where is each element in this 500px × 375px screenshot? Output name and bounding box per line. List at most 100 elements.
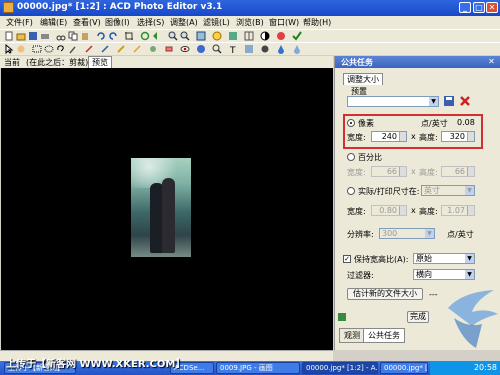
width-pct-input[interactable]: 66	[371, 166, 407, 177]
toolbar-main	[0, 29, 500, 42]
resolution-select[interactable]: 300 ▼	[379, 228, 435, 239]
photo-image[interactable]	[131, 158, 191, 257]
save-preset-icon[interactable]	[443, 95, 455, 107]
taskbar-item-paint[interactable]: 0009.JPG - 画图	[216, 362, 300, 374]
menu-browse[interactable]: 浏览(B)	[236, 17, 264, 28]
adjust-icon[interactable]	[212, 31, 222, 41]
print-unit-select[interactable]: 英寸 ▼	[421, 185, 475, 196]
close-button[interactable]: ✕	[486, 2, 498, 13]
flip-icon[interactable]	[152, 31, 162, 41]
menu-view[interactable]: 查看(V)	[73, 17, 101, 28]
contrast-icon[interactable]	[260, 31, 270, 41]
clone-icon[interactable]	[148, 44, 158, 54]
color-icon[interactable]	[276, 31, 286, 41]
clock[interactable]: 20:58	[474, 363, 497, 372]
paste-icon[interactable]	[80, 31, 90, 41]
menu-edit[interactable]: 编辑(E)	[40, 17, 67, 28]
red-eye-icon[interactable]	[180, 44, 190, 54]
panel-close-icon[interactable]: ✕	[487, 57, 496, 66]
menu-window[interactable]: 窗口(W)	[269, 17, 299, 28]
redo-icon[interactable]	[108, 31, 118, 41]
width-px-spinner[interactable]	[399, 132, 406, 141]
ellipse-select-icon[interactable]	[44, 44, 54, 54]
menu-select[interactable]: 选择(S)	[137, 17, 164, 28]
preset-select[interactable]: ▼	[347, 96, 439, 107]
height-pct-input[interactable]: 66	[441, 166, 475, 177]
tab-common-tasks[interactable]: 公共任务	[363, 328, 405, 343]
height-px-spinner[interactable]	[467, 132, 474, 141]
chevron-down-icon: ▼	[429, 97, 438, 106]
open-icon[interactable]	[16, 31, 26, 41]
tab-previous[interactable]: (在此之后：剪裁)	[26, 57, 88, 68]
panel-header: 公共任务 ✕	[335, 56, 500, 68]
percent-radio[interactable]	[347, 153, 355, 161]
done-button[interactable]: 完成	[407, 311, 429, 323]
pencil-icon[interactable]	[132, 44, 142, 54]
warp-icon[interactable]	[244, 44, 254, 54]
zoom-in-icon[interactable]	[168, 31, 178, 41]
delete-preset-icon[interactable]	[459, 95, 471, 107]
pen-icon[interactable]	[84, 44, 94, 54]
menu-filter[interactable]: 滤镜(L)	[203, 17, 230, 28]
height-px-input[interactable]: 320	[441, 131, 475, 142]
print-width-spinner[interactable]	[399, 206, 406, 215]
burn-icon[interactable]	[260, 44, 270, 54]
nav-left-icon[interactable]	[337, 312, 347, 322]
zoom-out-icon[interactable]	[180, 31, 190, 41]
width-pct-spinner[interactable]	[399, 167, 406, 176]
text-icon[interactable]: T	[228, 44, 238, 54]
hand-icon[interactable]	[16, 44, 26, 54]
tab-preview[interactable]: 预览	[88, 56, 112, 68]
taskbar-item-photo-editor-2[interactable]: 00000.jpg* [1:2]...	[380, 362, 428, 374]
height-pct-spinner[interactable]	[467, 167, 474, 176]
tab-current[interactable]: 当前	[4, 57, 20, 68]
menu-adjust[interactable]: 调整(A)	[170, 17, 198, 28]
keep-ratio-select[interactable]: 原始 ▼	[413, 253, 475, 264]
search-icon[interactable]	[212, 44, 222, 54]
magic-wand-icon[interactable]	[68, 44, 78, 54]
grid-icon[interactable]	[244, 31, 254, 41]
keep-ratio-checkbox[interactable]: ✓	[343, 255, 351, 263]
width-pct-label: 宽度:	[347, 168, 366, 177]
tab-browse[interactable]: 观测	[339, 328, 365, 343]
eraser-icon[interactable]	[164, 44, 174, 54]
minimize-button[interactable]: _	[459, 2, 471, 13]
brush-icon[interactable]	[116, 44, 126, 54]
print-size-radio[interactable]	[347, 187, 355, 195]
tab-resize[interactable]: 调整大小	[343, 73, 383, 85]
shape-icon[interactable]	[196, 44, 206, 54]
estimate-size-value: ---	[429, 290, 438, 299]
rect-select-icon[interactable]	[32, 44, 42, 54]
save-icon[interactable]	[28, 31, 38, 41]
print-height-input[interactable]: 1.07	[441, 205, 475, 216]
width-px-input[interactable]: 240	[371, 131, 407, 142]
copy-icon[interactable]	[68, 31, 78, 41]
fill-icon[interactable]	[276, 44, 286, 54]
estimate-size-button[interactable]: 估计新的文件大小	[347, 288, 423, 300]
app-icon[interactable]	[3, 2, 14, 13]
undo-icon[interactable]	[96, 31, 106, 41]
new-icon[interactable]	[4, 31, 14, 41]
maximize-button[interactable]: □	[473, 2, 485, 13]
menu-image[interactable]: 图像(I)	[105, 17, 130, 28]
filter-value: 横向	[416, 270, 432, 279]
lasso-icon[interactable]	[56, 44, 66, 54]
print-width-input[interactable]: 0.80	[371, 205, 407, 216]
rotate-icon[interactable]	[140, 31, 150, 41]
pointer-icon[interactable]	[4, 44, 14, 54]
filter-select[interactable]: 横向 ▼	[413, 269, 475, 280]
eyedropper-icon[interactable]	[100, 44, 110, 54]
cut-icon[interactable]	[56, 31, 66, 41]
width-pct-value: 66	[386, 167, 397, 176]
fit-icon[interactable]	[196, 31, 206, 41]
checkmark-icon[interactable]	[292, 31, 302, 41]
taskbar-item-photo-editor[interactable]: 00000.jpg* [1:2] - A...	[302, 362, 378, 374]
pixels-radio[interactable]	[347, 119, 355, 127]
print-height-spinner[interactable]	[467, 206, 474, 215]
print-icon[interactable]	[40, 31, 50, 41]
effects-icon[interactable]	[228, 31, 238, 41]
crop-icon[interactable]	[124, 31, 134, 41]
menu-file[interactable]: 文件(F)	[6, 17, 33, 28]
menu-help[interactable]: 帮助(H)	[303, 17, 331, 28]
blur-icon[interactable]	[292, 44, 302, 54]
